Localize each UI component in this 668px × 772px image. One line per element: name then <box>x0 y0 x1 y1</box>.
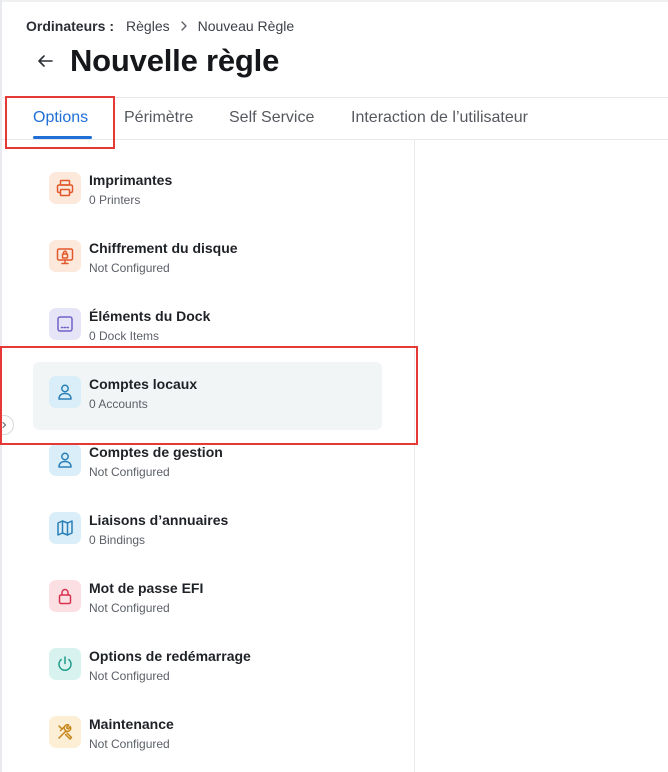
breadcrumb-current: Nouveau Règle <box>197 18 295 34</box>
item-title: Mot de passe EFI <box>89 580 204 596</box>
list-item-mot-de-passe-efi[interactable]: Mot de passe EFI Not Configured <box>33 566 382 634</box>
tab-interaction-utilisateur[interactable]: Interaction de l’utilisateur <box>351 98 528 138</box>
list-item-comptes-locaux[interactable]: Comptes locaux 0 Accounts <box>33 362 382 430</box>
item-title: Maintenance <box>89 716 174 732</box>
list-item-liaisons-annuaires[interactable]: Liaisons d’annuaires 0 Bindings <box>33 498 382 566</box>
item-title: Imprimantes <box>89 172 173 188</box>
tab-perimetre[interactable]: Périmètre <box>124 98 193 138</box>
item-subtitle: 0 Printers <box>89 193 141 207</box>
tabs-top-divider <box>2 97 668 98</box>
panel-divider <box>414 140 415 772</box>
tab-self-service[interactable]: Self Service <box>229 98 314 138</box>
tabs-bottom-divider <box>2 139 668 140</box>
item-title: Comptes locaux <box>89 376 198 392</box>
list-item-elements-dock[interactable]: Éléments du Dock 0 Dock Items <box>33 294 382 362</box>
sidebar-collapse-handle[interactable] <box>0 415 14 435</box>
power-icon <box>49 648 81 680</box>
disk-encryption-icon <box>49 240 81 272</box>
back-arrow-icon[interactable] <box>34 50 56 72</box>
breadcrumb: Ordinateurs : Règles Nouveau Règle <box>26 17 294 35</box>
item-title: Options de redémarrage <box>89 648 251 664</box>
breadcrumb-colon: : <box>109 18 115 34</box>
list-item-maintenance[interactable]: Maintenance Not Configured <box>33 702 382 770</box>
item-subtitle: Not Configured <box>89 601 170 615</box>
tools-icon <box>49 716 81 748</box>
window-top-border <box>0 0 668 2</box>
user-icon <box>49 444 81 476</box>
lock-icon <box>49 580 81 612</box>
breadcrumb-rules[interactable]: Règles <box>126 18 170 34</box>
item-title: Éléments du Dock <box>89 308 211 324</box>
item-subtitle: Not Configured <box>89 465 170 479</box>
window-left-border <box>0 0 2 772</box>
chevron-right-icon <box>172 20 196 32</box>
item-title: Comptes de gestion <box>89 444 223 460</box>
page-header: Nouvelle règle <box>34 42 279 80</box>
item-subtitle: 0 Dock Items <box>89 329 160 343</box>
payload-list: Imprimantes 0 Printers Chiffrement du di… <box>33 158 382 770</box>
item-subtitle: Not Configured <box>89 737 170 751</box>
item-title: Liaisons d’annuaires <box>89 512 229 528</box>
item-subtitle: 0 Accounts <box>89 397 148 411</box>
list-item-options-redemarrage[interactable]: Options de redémarrage Not Configured <box>33 634 382 702</box>
dock-icon <box>49 308 81 340</box>
item-subtitle: 0 Bindings <box>89 533 146 547</box>
item-title: Chiffrement du disque <box>89 240 238 256</box>
item-subtitle: Not Configured <box>89 669 170 683</box>
chevron-right-icon <box>2 421 7 429</box>
list-item-imprimantes[interactable]: Imprimantes 0 Printers <box>33 158 382 226</box>
user-icon <box>49 376 81 408</box>
list-item-chiffrement-disque[interactable]: Chiffrement du disque Not Configured <box>33 226 382 294</box>
list-item-comptes-gestion[interactable]: Comptes de gestion Not Configured <box>33 430 382 498</box>
map-icon <box>49 512 81 544</box>
tab-options[interactable]: Options <box>33 98 88 138</box>
printer-icon <box>49 172 81 204</box>
page-title: Nouvelle règle <box>70 43 280 78</box>
breadcrumb-root[interactable]: Ordinateurs <box>26 18 105 34</box>
item-subtitle: Not Configured <box>89 261 170 275</box>
